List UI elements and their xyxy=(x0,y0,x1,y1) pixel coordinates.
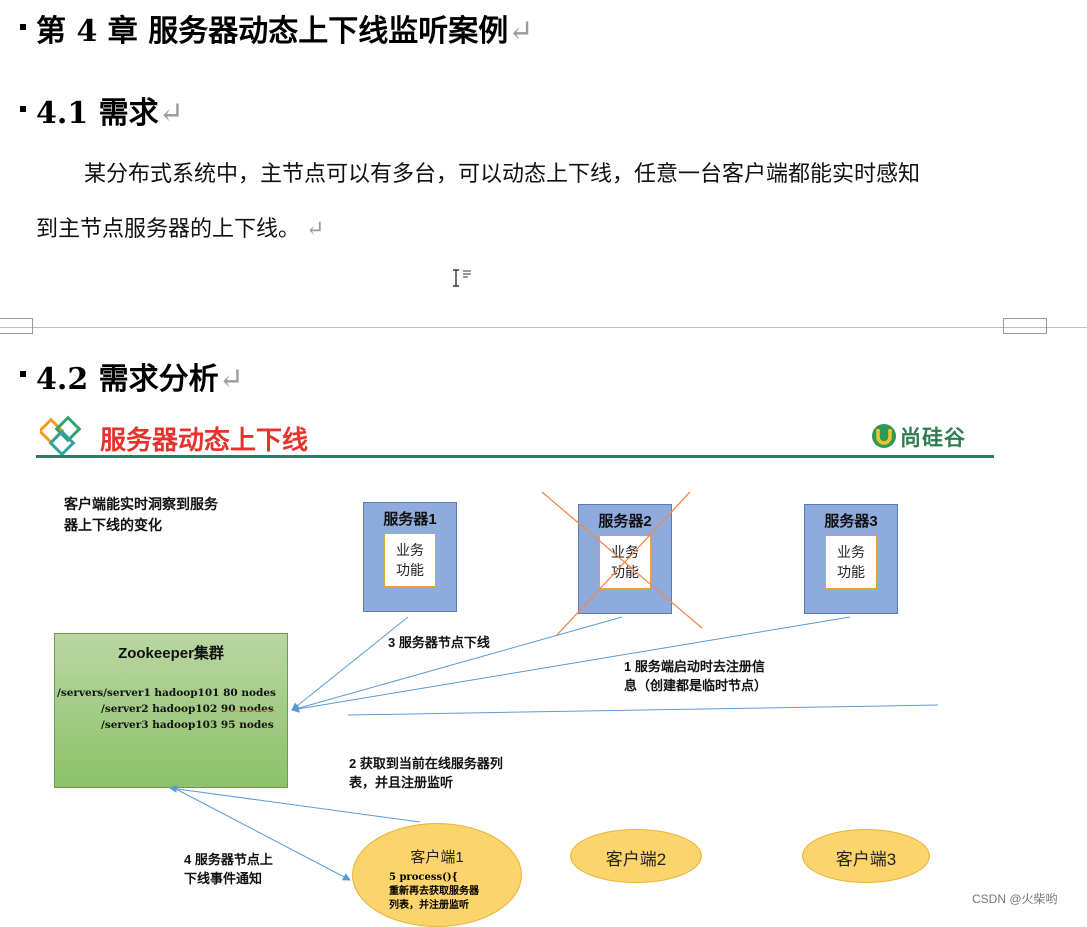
biz-line: 业务 xyxy=(837,544,865,560)
business-function-box: 业务 功能 xyxy=(599,535,651,589)
biz-line: 业务 xyxy=(611,544,639,560)
biz-line: 业务 xyxy=(396,542,424,558)
note-line: 下线事件通知 xyxy=(184,871,263,886)
server-label: 服务器3 xyxy=(824,513,878,530)
client-label: 客户端1 xyxy=(410,849,464,866)
page-divider xyxy=(0,327,1087,328)
note-1-register: 1 服务端启动时去注册信 息（创建都是临时节点） xyxy=(624,657,767,695)
process-line: 重新再去获取服务器 xyxy=(389,886,479,897)
zookeeper-title: Zookeeper集群 xyxy=(118,645,224,662)
client-1: 客户端1 5 process(){ 重新再去获取服务器 列表，并注册监听 xyxy=(352,823,522,927)
client-1-process: 5 process(){ 重新再去获取服务器 列表，并注册监听 xyxy=(353,871,521,913)
diamond-logo-icon xyxy=(40,415,82,457)
server-box-3: 服务器3 业务 功能 xyxy=(804,504,898,614)
intro-note-line: 器上下线的变化 xyxy=(64,517,162,533)
note-line: 表，并且注册监听 xyxy=(349,775,454,790)
page-corner-right xyxy=(1003,318,1047,334)
server-box-2: 服务器2 业务 功能 xyxy=(578,504,672,614)
diagram-title: 服务器动态上下线 xyxy=(100,425,309,455)
section-title-4-1: 4.1 需求↵ xyxy=(36,88,184,132)
brand-logo-text: 尚硅谷 xyxy=(900,427,966,450)
chapter-title-text: 第 4 章 服务器动态上下线监听案例 xyxy=(36,14,509,49)
paragraph-mark: ↵ xyxy=(306,217,325,242)
intro-note-line: 客户端能实时洞察到服务 xyxy=(64,496,218,512)
note-4-event-notify: 4 服务器节点上 下线事件通知 xyxy=(184,850,273,888)
brand-logo-icon xyxy=(872,424,896,448)
chapter-title: 第 4 章 服务器动态上下线监听案例↵ xyxy=(36,6,533,50)
server-label: 服务器1 xyxy=(383,511,437,528)
arrow-server2-zk xyxy=(291,616,623,712)
client-label: 客户端3 xyxy=(835,850,897,869)
watermark: CSDN @火柴哟 xyxy=(972,892,1058,906)
note-line: 2 获取到当前在线服务器列 xyxy=(349,756,503,771)
diagram-arrows xyxy=(169,491,939,881)
business-function-box: 业务 功能 xyxy=(825,535,877,589)
business-function-box: 业务 功能 xyxy=(384,533,436,587)
zookeeper-node-line: /server3 hadoop103 95 nodes xyxy=(101,719,274,731)
note-line: 息（创建都是临时节点） xyxy=(624,678,768,693)
client-register-line xyxy=(347,704,939,716)
paragraph-mark: ↵ xyxy=(508,14,534,49)
note-2-get-list: 2 获取到当前在线服务器列 表，并且注册监听 xyxy=(349,754,503,792)
note-3-server-offline: 3 服务器节点下线 xyxy=(388,635,490,650)
text-cursor-icon xyxy=(453,269,471,287)
intro-note: 客户端能实时洞察到服务 器上下线的变化 xyxy=(64,494,218,536)
section-title-4-2: 4.2 需求分析↵ xyxy=(36,354,244,398)
paragraph-mark: ↵ xyxy=(218,362,244,397)
client-2: 客户端2 xyxy=(570,829,702,883)
paragraph-mark: ↵ xyxy=(158,96,184,131)
section-title-text: 4.2 需求分析 xyxy=(36,362,219,397)
zookeeper-cluster-box: Zookeeper集群 /servers/server1 hadoop101 8… xyxy=(54,633,288,788)
cross-line xyxy=(541,491,703,629)
client-label: 客户端2 xyxy=(605,850,667,869)
diagram-header-divider xyxy=(36,455,994,458)
biz-line: 功能 xyxy=(837,564,865,580)
line-client1-zk xyxy=(169,784,421,823)
cross-line xyxy=(555,491,691,637)
zookeeper-node-line: /server2 hadoop102 90 nodes xyxy=(101,703,274,715)
biz-line: 功能 xyxy=(611,564,639,580)
requirement-paragraph-line1: 某分布式系统中，主节点可以有多台，可以动态上下线，任意一台客户端都能实时感知 xyxy=(84,162,921,187)
heading-bullet xyxy=(20,24,26,30)
arrow-server1-zk xyxy=(291,616,409,711)
page-corner-left xyxy=(0,318,33,334)
requirement-paragraph-line2: 到主节点服务器的上下线。 ↵ xyxy=(36,211,324,243)
process-line: 列表，并注册监听 xyxy=(389,900,469,911)
zookeeper-node-line: /servers/server1 hadoop101 80 nodes xyxy=(57,687,276,699)
note-line: 4 服务器节点上 xyxy=(184,852,273,867)
section-title-text: 4.1 需求 xyxy=(36,96,159,131)
client-3: 客户端3 xyxy=(802,829,930,883)
server-box-1: 服务器1 业务 功能 xyxy=(363,502,457,612)
note-line: 1 服务端启动时去注册信 xyxy=(624,659,765,674)
arrow-zk-client1 xyxy=(173,787,351,881)
biz-line: 功能 xyxy=(396,562,424,578)
server-label: 服务器2 xyxy=(598,513,652,530)
heading-bullet xyxy=(20,106,26,112)
heading-bullet xyxy=(20,371,26,377)
process-line: 5 process(){ xyxy=(389,872,458,883)
arrow-server3-zk xyxy=(291,616,851,713)
paragraph-text: 到主节点服务器的上下线。 xyxy=(36,217,301,242)
diagram: 服务器动态上下线 尚硅谷 客户端能实时洞察到服务 器上下线的变化 服务器1 业务… xyxy=(0,0,1087,927)
